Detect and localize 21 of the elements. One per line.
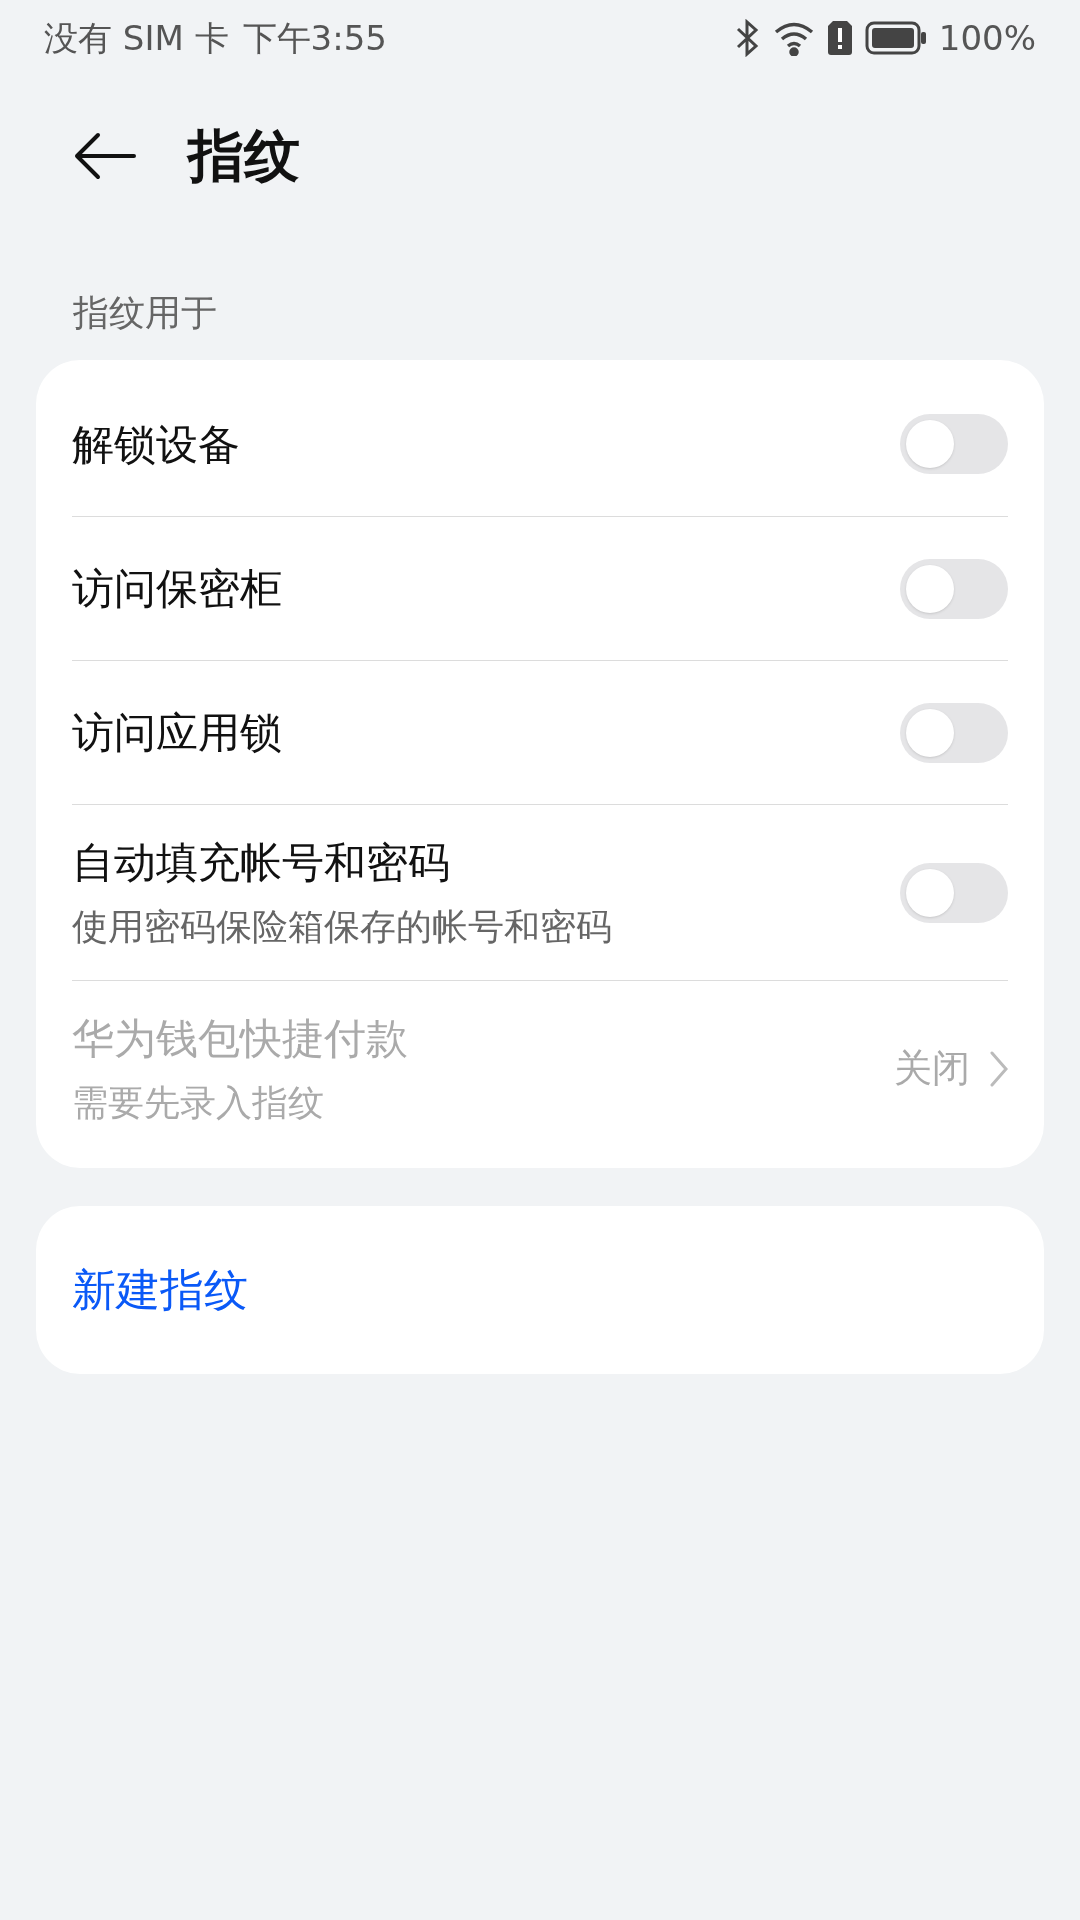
chevron-right-icon (990, 1050, 1008, 1087)
toggle-switch[interactable] (900, 414, 1008, 474)
setting-title: 华为钱包快捷付款 (72, 1013, 408, 1065)
setting-title: 访问保密柜 (72, 563, 282, 615)
time-text: 下午3:55 (242, 16, 387, 60)
battery-icon (864, 21, 927, 55)
battery-text: 100% (938, 16, 1036, 60)
setting-title: 解锁设备 (72, 418, 240, 471)
sim-alert-icon (826, 20, 853, 56)
setting-value: 关闭 (894, 1045, 970, 1092)
carrier-text: 没有 SIM 卡 (44, 16, 229, 60)
setting-subtitle: 使用密码保险箱保存的帐号和密码 (72, 905, 612, 949)
wifi-icon (772, 20, 815, 56)
section-label: 指纹用于 (73, 292, 217, 333)
page-title: 指纹 (188, 122, 300, 190)
back-arrow-icon[interactable] (74, 132, 136, 180)
new-fingerprint-link[interactable]: 新建指纹 (72, 1257, 248, 1323)
bluetooth-icon (734, 19, 761, 57)
setting-title: 访问应用锁 (72, 707, 282, 759)
setting-subtitle: 需要先录入指纹 (72, 1081, 325, 1125)
setting-title: 自动填充帐号和密码 (72, 837, 451, 889)
